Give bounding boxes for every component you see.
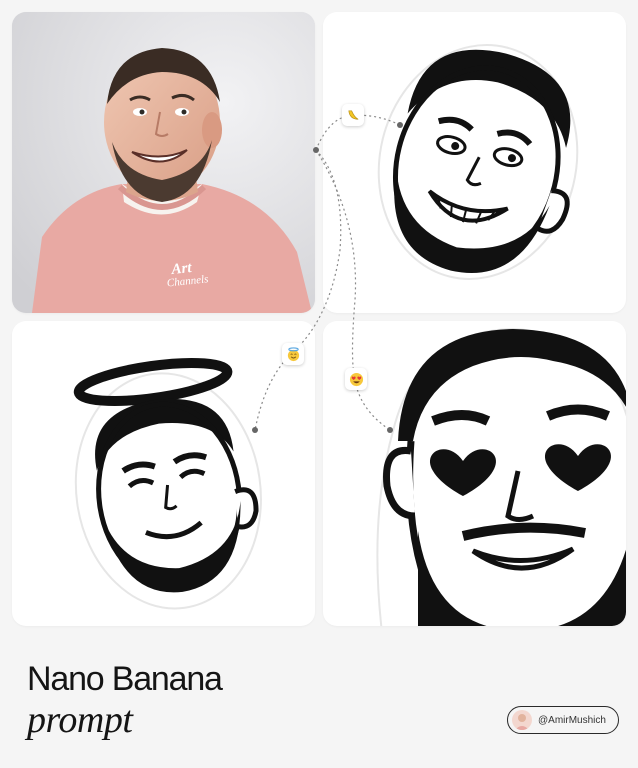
original-photo: Art Channels xyxy=(12,12,315,313)
author-badge[interactable]: @AmirMushich xyxy=(507,706,619,734)
grinning-face-sticker xyxy=(377,44,579,280)
halo-face-sticker xyxy=(73,357,262,610)
halo-emoji-icon xyxy=(282,343,304,365)
heart-eyes-sticker-panel xyxy=(323,321,626,626)
title-main: Nano Banana xyxy=(27,660,223,698)
heart-eyes-face-sticker xyxy=(376,327,626,626)
avatar xyxy=(512,710,532,730)
banana-emoji-icon xyxy=(342,104,364,126)
heart-eyes-emoji-icon xyxy=(345,368,367,390)
angel-sticker-panel xyxy=(12,321,315,626)
author-handle: @AmirMushich xyxy=(538,714,606,726)
portrait-photo: Art Channels xyxy=(12,12,315,313)
grin-sticker-panel xyxy=(323,12,626,313)
title-subtitle: prompt xyxy=(27,699,133,741)
